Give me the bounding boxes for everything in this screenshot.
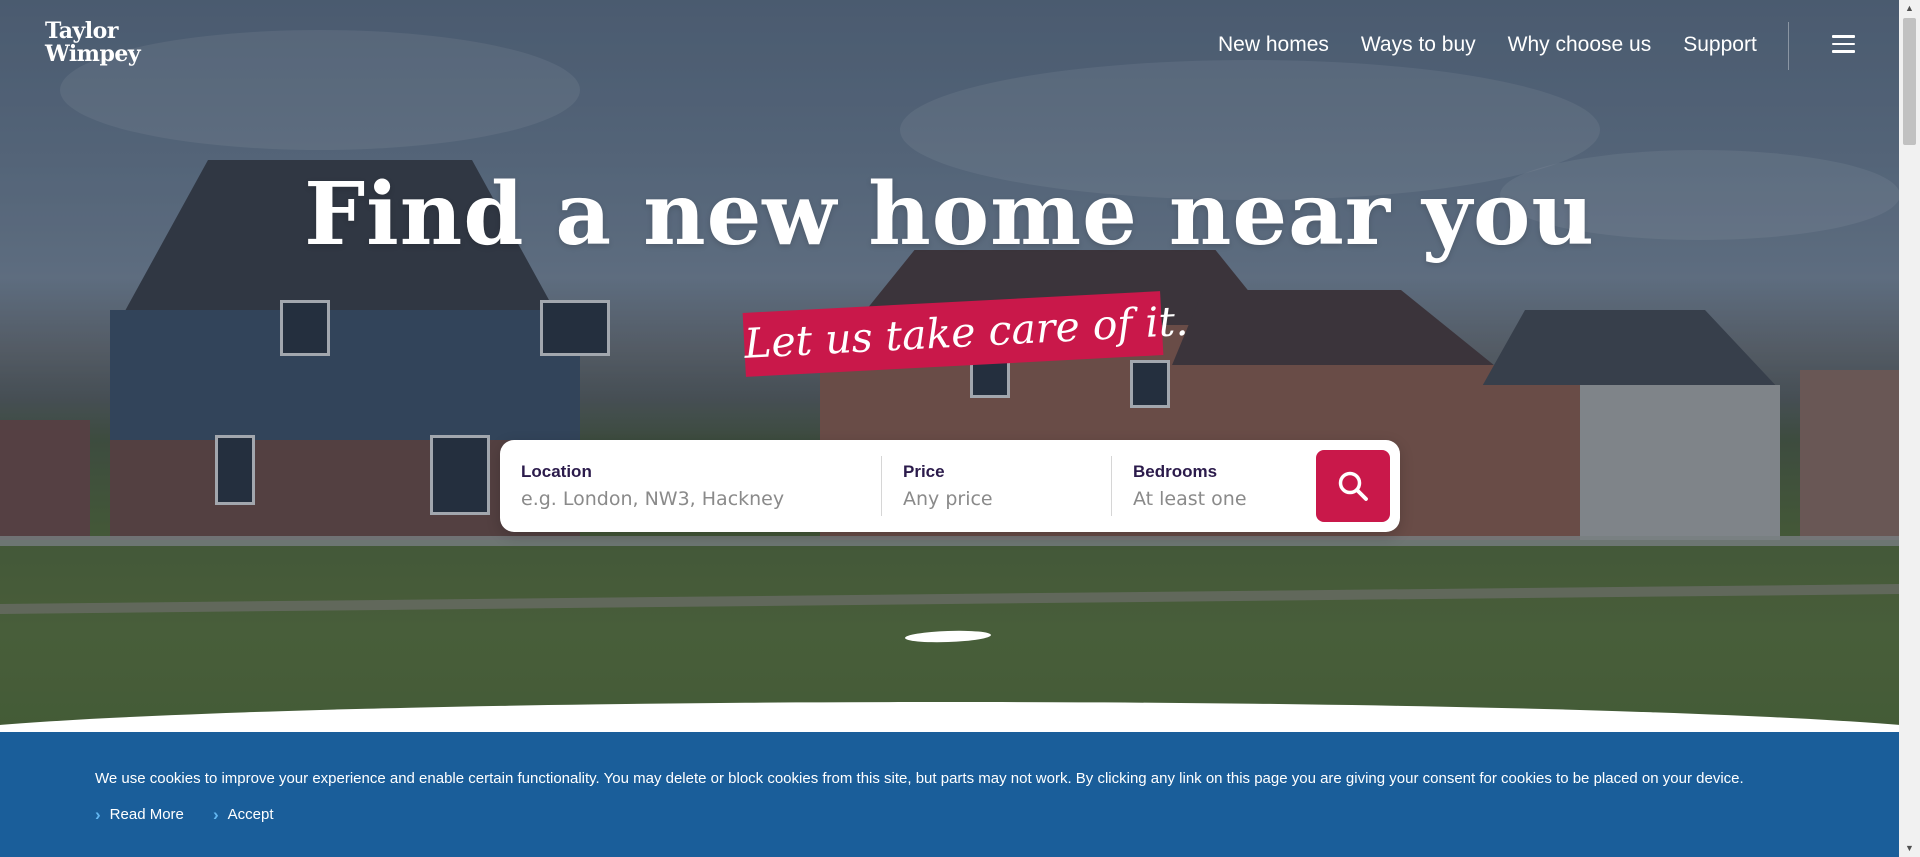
cookie-banner: We use cookies to improve your experienc… <box>0 732 1899 857</box>
read-more-label: Read More <box>109 806 184 823</box>
location-label: Location <box>521 462 592 481</box>
logo-line-2: Wimpey <box>45 41 141 67</box>
accept-link[interactable]: › Accept <box>213 805 274 825</box>
scroll-thumb[interactable] <box>1903 18 1916 145</box>
search-button[interactable] <box>1316 450 1390 522</box>
field-separator <box>881 456 882 516</box>
location-input[interactable] <box>521 488 861 510</box>
taylor-wimpey-logo[interactable]: Taylor Wimpey <box>45 18 141 67</box>
nav-new-homes[interactable]: New homes <box>1218 33 1329 57</box>
bedrooms-select[interactable]: At least one <box>1133 488 1247 510</box>
chevron-right-icon: › <box>95 805 101 824</box>
cookie-message: We use cookies to improve your experienc… <box>95 770 1744 787</box>
main-nav: New homes Ways to buy Why choose us Supp… <box>1186 0 1757 90</box>
location-field[interactable]: Location <box>521 462 861 510</box>
nav-ways-to-buy[interactable]: Ways to buy <box>1361 33 1476 57</box>
nav-support[interactable]: Support <box>1683 33 1757 57</box>
page-scrollbar[interactable]: ▲ ▼ <box>1899 0 1920 857</box>
price-select[interactable]: Any price <box>903 488 993 510</box>
home-search-form: Location Price Any price Bedrooms At lea… <box>500 440 1400 532</box>
bedrooms-field[interactable]: Bedrooms At least one <box>1133 462 1247 510</box>
chevron-right-icon: › <box>213 805 219 824</box>
search-icon <box>1338 471 1368 501</box>
bedrooms-label: Bedrooms <box>1133 462 1218 481</box>
scroll-down-arrow-icon[interactable]: ▼ <box>1899 840 1920 857</box>
field-separator <box>1111 456 1112 516</box>
scroll-up-arrow-icon[interactable]: ▲ <box>1899 0 1920 17</box>
hamburger-menu-icon[interactable] <box>1832 35 1855 53</box>
nav-why-choose-us[interactable]: Why choose us <box>1508 33 1652 57</box>
hero-headline: Find a new home near you <box>304 164 1595 265</box>
price-label: Price <box>903 462 945 481</box>
logo-line-1: Taylor <box>45 18 118 44</box>
nav-divider <box>1788 22 1789 70</box>
price-field[interactable]: Price Any price <box>903 462 993 510</box>
read-more-link[interactable]: › Read More <box>95 805 184 825</box>
accept-label: Accept <box>227 806 274 823</box>
